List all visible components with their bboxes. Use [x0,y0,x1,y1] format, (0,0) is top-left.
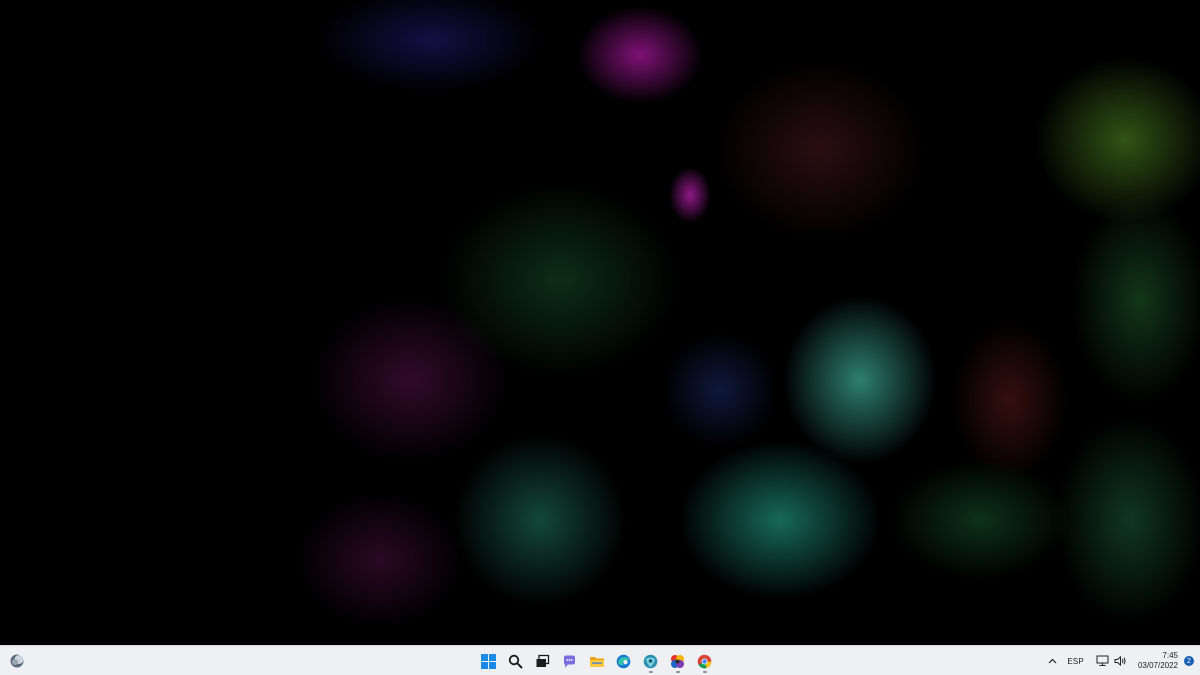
taskbar: ESP 7:45 03/07/2022 2 [0,645,1200,675]
speaker-icon [1114,655,1126,667]
photos-icon [671,654,684,668]
edge-button[interactable] [611,649,636,673]
running-indicator [648,671,653,673]
task-view-icon [536,654,550,667]
running-indicator [702,671,707,673]
store-icon [643,654,658,668]
chrome-button[interactable] [692,649,717,673]
running-indicator [675,671,680,673]
search-button[interactable] [503,649,528,673]
desktop[interactable] [0,0,1200,645]
search-icon [508,654,523,668]
network-button[interactable] [1096,654,1110,668]
chrome-icon [697,654,712,668]
chat-button[interactable] [557,649,582,673]
file-explorer-button[interactable] [584,649,609,673]
store-button[interactable] [638,649,663,673]
network-icon [1096,655,1109,666]
edge-icon [616,654,631,668]
start-button[interactable] [476,649,501,673]
task-view-button[interactable] [530,649,555,673]
show-hidden-icons-button[interactable] [1045,651,1059,671]
notification-badge[interactable]: 2 [1184,656,1194,666]
taskbar-apps [476,649,717,673]
chevron-up-icon [1048,658,1057,664]
windows-logo-icon [481,653,496,669]
weather-widget-icon [10,654,24,668]
photos-button[interactable] [665,649,690,673]
clock-date: 03/07/2022 [1137,661,1178,670]
chat-icon [564,655,575,667]
widgets-button[interactable] [8,652,26,670]
clock-button[interactable]: 7:45 03/07/2022 [1138,651,1178,671]
volume-button[interactable] [1114,654,1128,668]
wallpaper [0,0,1200,645]
system-tray: ESP 7:45 03/07/2022 2 [1045,649,1194,673]
clock-time: 7:45 [1162,651,1178,660]
input-language-indicator[interactable]: ESP [1067,657,1084,666]
folder-icon [589,656,604,667]
